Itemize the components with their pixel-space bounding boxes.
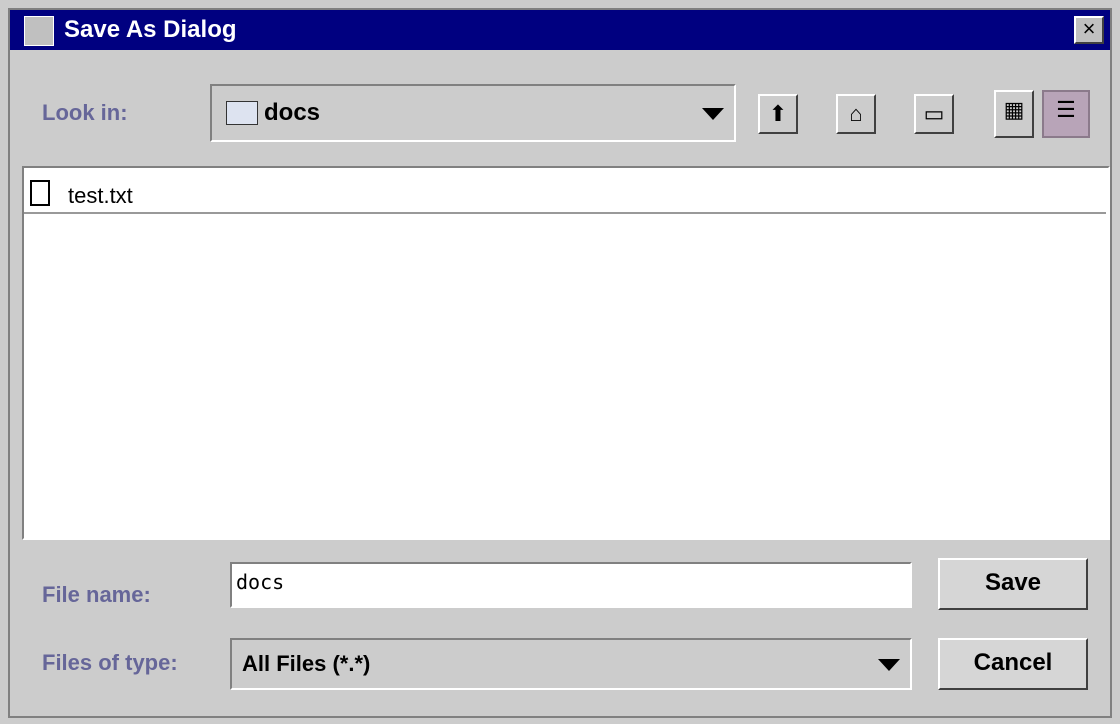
list-item[interactable]: test.txt — [24, 174, 1106, 214]
look-in-combo[interactable]: docs — [210, 84, 736, 142]
home-button[interactable]: ⌂ — [836, 94, 876, 134]
file-icon — [30, 180, 50, 206]
home-icon: ⌂ — [849, 101, 863, 126]
look-in-value: docs — [264, 99, 321, 126]
save-button[interactable]: Save — [938, 558, 1088, 610]
window-title: Save As Dialog — [64, 16, 237, 43]
look-in-label: Look in: — [42, 100, 128, 125]
list-view-button[interactable]: ▦ — [994, 90, 1034, 138]
list-view-icon: ▦ — [1003, 97, 1025, 122]
files-of-type-combo[interactable]: All Files (*.*) — [230, 638, 912, 690]
up-folder-button[interactable]: ⬆ — [758, 94, 798, 134]
file-name-field[interactable]: docs — [230, 562, 912, 608]
folder-icon — [226, 101, 258, 125]
chevron-down-icon[interactable] — [702, 108, 724, 120]
details-view-icon: ☰ — [1056, 97, 1076, 122]
chevron-down-icon[interactable] — [878, 659, 900, 671]
files-of-type-label: Files of type: — [42, 650, 178, 675]
new-folder-icon: ▭ — [923, 101, 945, 126]
new-folder-button[interactable]: ▭ — [914, 94, 954, 134]
save-as-dialog: Save As Dialog × Look in: docs ⬆ ⌂ ▭ ▦ ☰… — [8, 8, 1112, 718]
title-bar[interactable]: Save As Dialog × — [10, 10, 1110, 50]
up-folder-icon: ⬆ — [768, 101, 788, 126]
files-of-type-value: All Files (*.*) — [242, 651, 371, 676]
java-app-icon — [24, 16, 54, 46]
file-name-text: test.txt — [68, 183, 133, 208]
file-list[interactable]: test.txt — [22, 166, 1110, 540]
details-view-button[interactable]: ☰ — [1042, 90, 1090, 138]
close-button[interactable]: × — [1074, 16, 1104, 44]
cancel-button[interactable]: Cancel — [938, 638, 1088, 690]
file-name-label: File name: — [42, 582, 151, 607]
